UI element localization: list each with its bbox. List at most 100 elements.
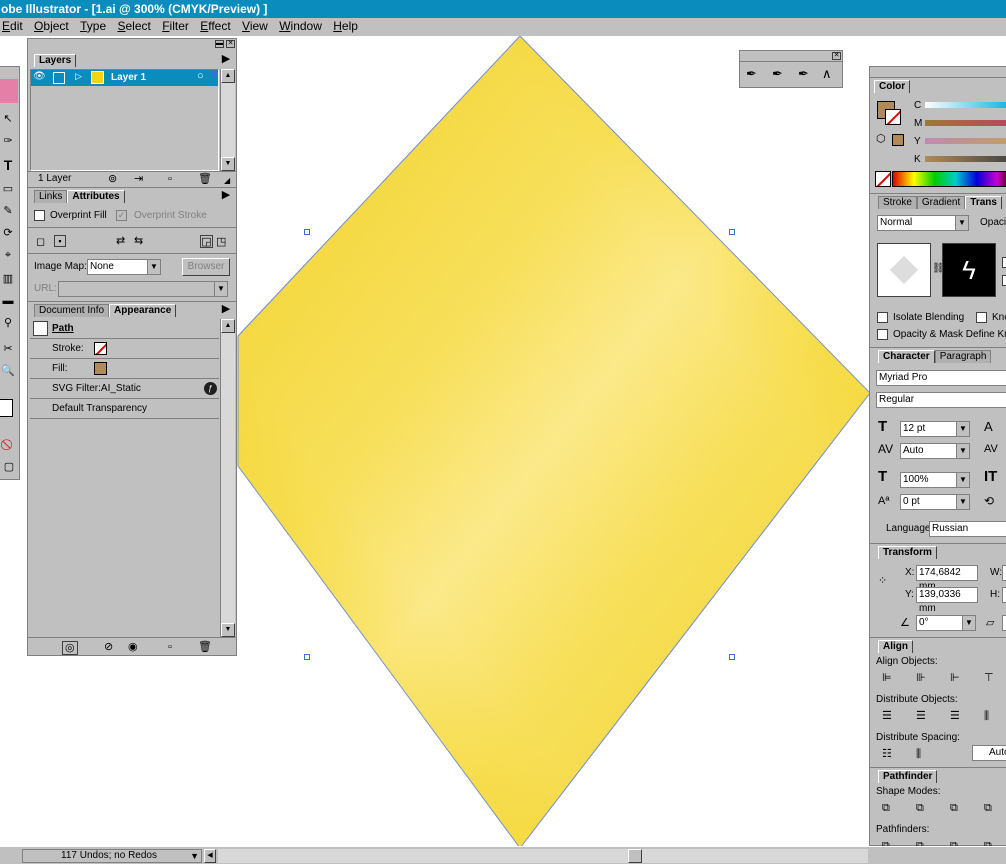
last-color-swatch[interactable] xyxy=(892,134,904,146)
opacity-mask-thumbnail[interactable]: ϟ xyxy=(942,243,996,297)
exclude-shape-icon[interactable]: ⧉ xyxy=(984,802,992,814)
palette-titlebar[interactable]: ▬ ✕ xyxy=(28,39,236,50)
clear-appearance-icon[interactable]: ⊘ xyxy=(104,641,113,653)
scissors-tool-icon[interactable]: ✂ xyxy=(0,343,17,355)
trash-icon[interactable]: 🗑 xyxy=(198,173,212,185)
scroll-down-icon[interactable]: ▼ xyxy=(221,623,235,637)
tab-transparency[interactable]: Trans xyxy=(965,196,1002,209)
anchor-point[interactable] xyxy=(729,229,735,235)
graph-tool-icon[interactable]: ▥ xyxy=(0,273,17,285)
y-field[interactable]: 139,0336 mm xyxy=(916,587,978,614)
close-icon[interactable]: ✕ xyxy=(226,40,235,48)
w-field[interactable] xyxy=(1002,565,1006,581)
scroll-down-icon[interactable]: ▼ xyxy=(221,157,235,171)
fill-swatch[interactable] xyxy=(94,362,107,375)
tab-align[interactable]: Align xyxy=(878,640,913,653)
align-hcenter-icon[interactable]: ⊪ xyxy=(916,672,926,684)
delete-anchor-icon[interactable]: ✒ xyxy=(798,67,809,80)
overprint-fill-checkbox[interactable] xyxy=(34,210,45,221)
panel-menu-icon[interactable]: ▶ xyxy=(218,302,234,315)
rotate-tool-icon[interactable]: ⟳ xyxy=(0,227,17,239)
hide-center-icon[interactable]: ▪ xyxy=(54,235,66,247)
convert-anchor-icon[interactable]: ∧ xyxy=(822,67,832,80)
reverse-path-icon[interactable]: ⇄ xyxy=(116,235,125,247)
appearance-scrollbar[interactable]: ▲ ▼ xyxy=(220,319,235,637)
url-field[interactable]: ▼ xyxy=(58,281,228,297)
layers-scrollbar[interactable]: ▲ ▼ xyxy=(220,69,235,171)
tab-paragraph[interactable]: Paragraph xyxy=(934,350,992,363)
c-slider[interactable] xyxy=(925,102,1006,108)
new-sublayer-icon[interactable]: ⇥ xyxy=(134,173,143,185)
none-color-icon[interactable] xyxy=(875,171,891,187)
resize-grip-icon[interactable]: ◢ xyxy=(224,175,230,187)
horizontal-spacing-icon[interactable]: ⫼ xyxy=(916,748,921,760)
tab-appearance[interactable]: Appearance xyxy=(109,304,177,317)
tab-character[interactable]: Character xyxy=(878,350,935,363)
palette-titlebar[interactable] xyxy=(870,67,1006,78)
opacity-mask-checkbox[interactable] xyxy=(877,329,888,340)
menu-help[interactable]: Help xyxy=(333,18,358,35)
zoom-tool-icon[interactable]: 🔍 xyxy=(0,365,17,377)
distribute-left-icon[interactable]: ⫼ xyxy=(984,710,989,722)
select-tool-icon[interactable]: ↖ xyxy=(0,113,17,125)
menu-object[interactable]: Object xyxy=(34,18,69,35)
pen-icon[interactable]: ✒ xyxy=(746,67,757,80)
menu-filter[interactable]: Filter xyxy=(162,18,189,35)
reverse-path-alt-icon[interactable]: ⇆ xyxy=(134,235,143,247)
layer-name[interactable]: Layer 1 xyxy=(111,72,146,83)
pencil-tool-icon[interactable]: ✎ xyxy=(0,205,17,217)
expand-triangle-icon[interactable]: ▷ xyxy=(75,71,82,82)
tab-document-info[interactable]: Document Info xyxy=(34,304,110,317)
distribute-top-icon[interactable]: ☰ xyxy=(882,710,892,722)
type-tool-icon[interactable]: T xyxy=(0,158,17,172)
new-art-basic-icon[interactable]: ◎ xyxy=(62,641,78,655)
screen-mode-icon[interactable]: ▢ xyxy=(1,461,17,473)
reduce-to-basic-icon[interactable]: ◉ xyxy=(128,641,138,653)
horizontal-scale-select[interactable]: 100% ▼ xyxy=(900,472,970,488)
tab-pathfinder[interactable]: Pathfinder xyxy=(878,770,938,783)
none-swatch-icon[interactable]: ⃠ xyxy=(1,439,17,451)
panel-menu-icon[interactable]: ▶ xyxy=(218,52,234,66)
font-style-field[interactable]: Regular xyxy=(876,392,1006,408)
tab-color[interactable]: Color xyxy=(874,80,911,93)
layer-row[interactable]: 👁 ▷ Layer 1 ○ xyxy=(31,70,218,86)
menu-effect[interactable]: Effect xyxy=(200,18,230,35)
menu-select[interactable]: Select xyxy=(117,18,150,35)
nonzero-winding-icon[interactable]: ◲ xyxy=(200,235,213,248)
invert-mask-checkbox[interactable] xyxy=(1002,275,1006,286)
align-left-icon[interactable]: ⊫ xyxy=(882,672,892,684)
x-field[interactable]: 174,6842 mm xyxy=(916,565,978,592)
baseline-shift-select[interactable]: 0 pt ▼ xyxy=(900,494,970,510)
language-select[interactable]: Russian xyxy=(929,521,1006,537)
close-icon[interactable]: ✕ xyxy=(832,52,841,60)
isolate-blending-checkbox[interactable] xyxy=(877,312,888,323)
trash-icon[interactable]: 🗑 xyxy=(198,641,212,653)
eyedropper-tool-icon[interactable]: ⚲ xyxy=(0,317,17,329)
add-anchor-icon[interactable]: ✒ xyxy=(772,67,783,80)
m-slider[interactable] xyxy=(925,120,1006,126)
intersect-shape-icon[interactable]: ⧉ xyxy=(950,802,958,814)
anchor-point[interactable] xyxy=(729,654,735,660)
reference-point-icon[interactable]: ⁘ xyxy=(878,575,887,587)
shear-field[interactable] xyxy=(1002,615,1006,631)
palette-titlebar[interactable]: ✕ xyxy=(740,51,842,62)
kerning-select[interactable]: Auto ▼ xyxy=(900,443,970,459)
rectangle-tool-icon[interactable]: ▭ xyxy=(0,183,17,195)
menu-window[interactable]: Window xyxy=(279,18,322,35)
warp-tool-icon[interactable]: ⌖ xyxy=(0,249,17,261)
distribute-bottom-icon[interactable]: ☰ xyxy=(950,710,960,722)
y-slider[interactable] xyxy=(925,138,1006,144)
tab-gradient[interactable]: Gradient xyxy=(916,196,966,209)
spacing-select[interactable]: Auto xyxy=(972,745,1006,761)
lock-toggle[interactable] xyxy=(53,72,65,84)
duplicate-item-icon[interactable]: ▫ xyxy=(168,641,172,653)
minimize-icon[interactable]: ▬ xyxy=(215,40,224,48)
angle-select[interactable]: 0° ▼ xyxy=(916,615,976,631)
stroke-color-box[interactable] xyxy=(885,109,901,125)
lasso-tool-icon[interactable]: ✑ xyxy=(0,135,17,147)
add-shape-icon[interactable]: ⧉ xyxy=(882,802,890,814)
eye-icon[interactable]: 👁 xyxy=(33,71,46,82)
fill-row[interactable]: Fill: xyxy=(30,359,219,379)
font-family-field[interactable]: Myriad Pro xyxy=(876,370,1006,386)
evenodd-winding-icon[interactable]: ◳ xyxy=(216,236,226,248)
